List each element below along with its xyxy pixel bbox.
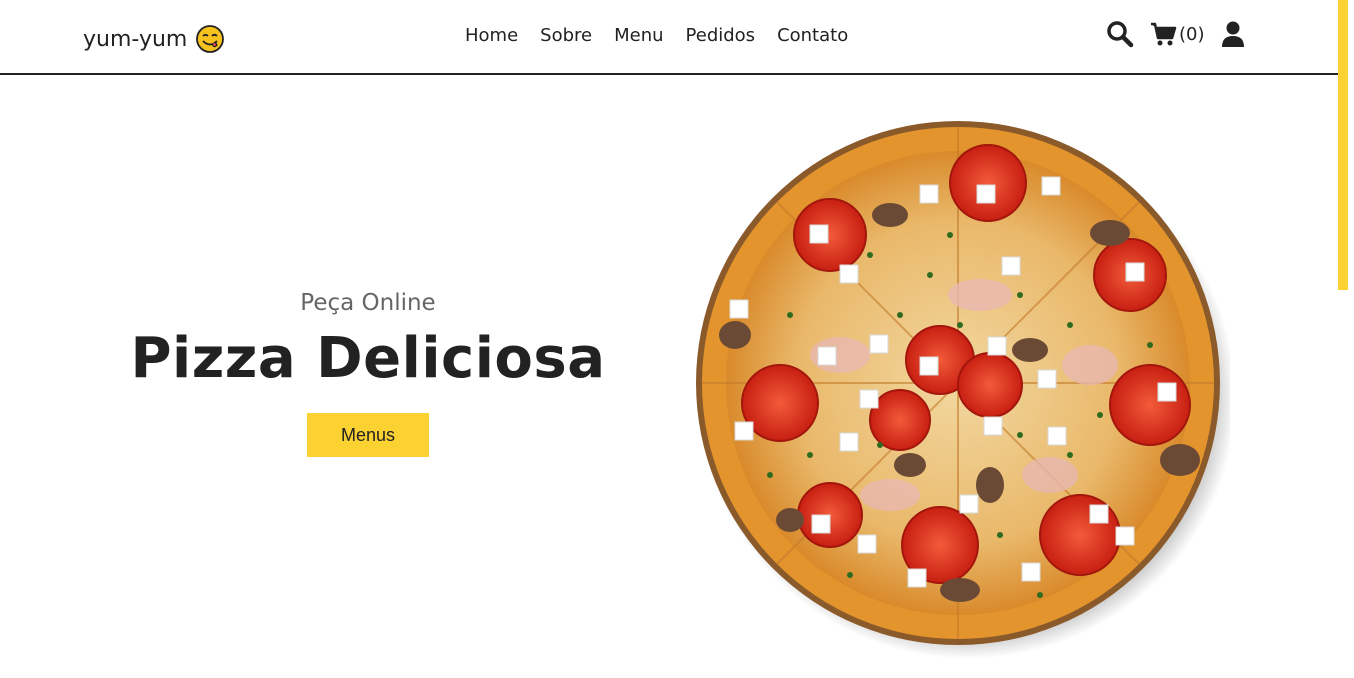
search-button[interactable] — [1106, 20, 1134, 48]
hero-text: Peça Online Pizza Deliciosa Menus — [0, 290, 736, 457]
cart-button[interactable]: (0) — [1150, 20, 1205, 48]
nav-pedidos[interactable]: Pedidos — [686, 25, 756, 46]
nav-menu[interactable]: Menu — [614, 25, 663, 46]
logo[interactable]: yum-yum — [83, 24, 225, 54]
hero-title: Pizza Deliciosa — [130, 326, 606, 391]
search-icon — [1107, 21, 1134, 48]
cart-icon — [1151, 22, 1177, 46]
pizza-illustration — [696, 121, 1236, 659]
main-nav: Home Sobre Menu Pedidos Contato — [465, 25, 870, 46]
site-header: yum-yum Home Sobre Menu Pedidos Contato — [0, 0, 1338, 75]
hero-subtitle: Peça Online — [300, 290, 436, 316]
user-button[interactable] — [1221, 20, 1245, 48]
user-icon — [1221, 21, 1244, 47]
menus-button[interactable]: Menus — [307, 413, 429, 457]
cart-count: (0) — [1179, 23, 1205, 45]
smiling-face-savoring-food-icon — [196, 25, 225, 53]
logo-text: yum-yum — [83, 26, 188, 52]
nav-sobre[interactable]: Sobre — [540, 25, 592, 46]
scrollbar-thumb[interactable] — [1338, 0, 1348, 290]
header-actions: (0) — [1106, 20, 1245, 48]
nav-contato[interactable]: Contato — [777, 25, 848, 46]
pizza-image — [690, 115, 1236, 660]
nav-home[interactable]: Home — [465, 25, 518, 46]
